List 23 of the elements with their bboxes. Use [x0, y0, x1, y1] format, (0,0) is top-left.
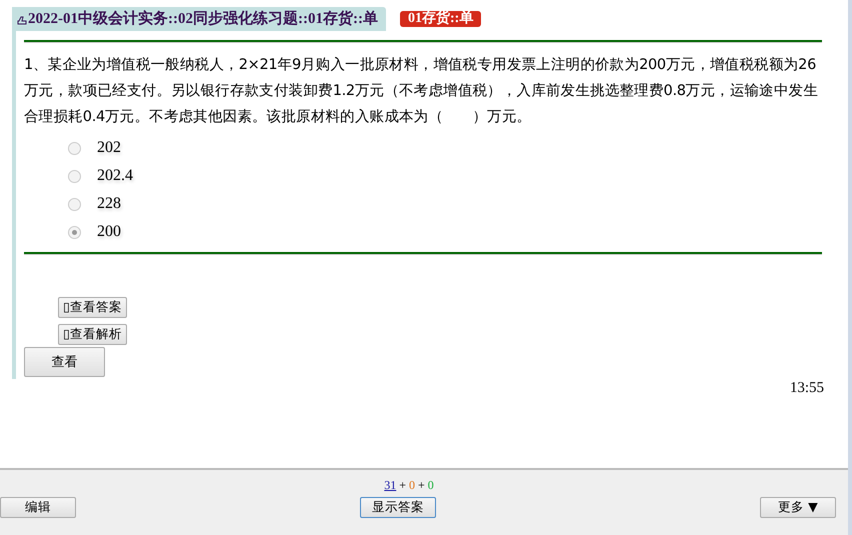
radio-button[interactable]	[68, 198, 81, 210]
question-text: 1、某企业为增值税一般纳税人，2×21年9月购入一批原材料，增值税专用发票上注明的价款为200万元，增值税税额为26万元，款项已经支付。另以银行存款支付装卸费1.2万元（不考虑增值税），入库前发生挑选整理费0.8万元，运输途中发生合理损耗0.4万元。不考虑其他因素。该批原材料的入账成本为（ ）万元。	[24, 56, 820, 127]
count-text: 0	[409, 478, 415, 493]
more-button[interactable]: 更多 ▼	[760, 497, 836, 518]
radio-button[interactable]	[68, 170, 81, 182]
check-button[interactable]: 查看	[24, 347, 105, 377]
option-label: 200	[97, 223, 121, 241]
count-link[interactable]: 31	[384, 478, 396, 493]
option-label: 228	[97, 195, 121, 213]
show-answer-button[interactable]: 显示答案	[360, 497, 436, 518]
toggle-button[interactable]: ▯查看解析	[58, 324, 127, 345]
radio-button[interactable]	[68, 226, 81, 238]
toggle-button[interactable]: ▯查看答案	[58, 297, 127, 318]
plus-sign: +	[418, 478, 425, 493]
deck-title: 2022-01中级会计实务::02同步强化练习题::01存货::单	[12, 7, 386, 31]
option-label: 202	[97, 139, 121, 157]
edit-button[interactable]: 编辑	[0, 497, 76, 518]
timer-text: 13:55	[790, 380, 824, 397]
plus-sign: +	[399, 478, 406, 493]
radio-button[interactable]	[68, 142, 81, 154]
count-text: 0	[428, 478, 434, 493]
option-label: 202.4	[97, 167, 133, 185]
deck-tag: 01存货::单	[400, 11, 482, 27]
